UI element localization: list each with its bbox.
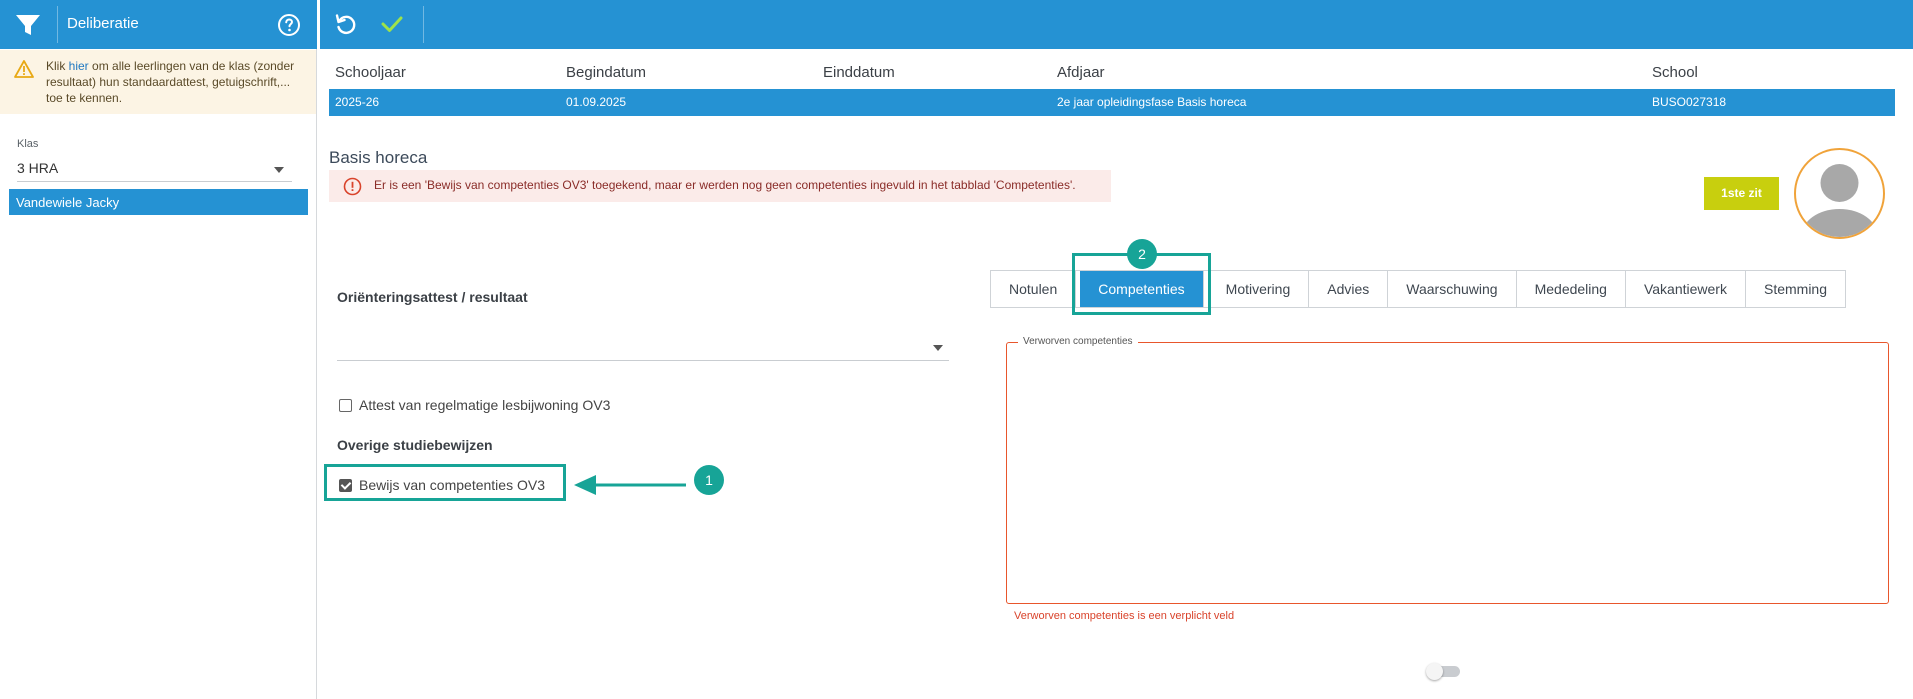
warning-icon bbox=[14, 60, 34, 78]
competenties-textarea[interactable] bbox=[1006, 342, 1889, 604]
tab-waarschuwing[interactable]: Waarschuwing bbox=[1388, 271, 1517, 307]
header-einddatum: Einddatum bbox=[823, 64, 895, 81]
sidebar: Deliberatie Klik hier om alle leerlingen… bbox=[0, 0, 317, 699]
chevron-down-icon bbox=[274, 167, 284, 173]
tab-stemming[interactable]: Stemming bbox=[1745, 271, 1846, 307]
header-divider bbox=[57, 6, 58, 43]
error-text: Er is een 'Bewijs van competenties OV3' … bbox=[374, 178, 1076, 192]
page-title: Basis horeca bbox=[329, 148, 428, 167]
header-school: School bbox=[1652, 64, 1698, 81]
check-icon[interactable] bbox=[380, 13, 404, 35]
value-begindatum: 01.09.2025 bbox=[566, 95, 627, 109]
error-alert: Er is een 'Bewijs van competenties OV3' … bbox=[329, 170, 1111, 202]
competenties-legend: Verworven competenties bbox=[1018, 336, 1138, 347]
orientation-select[interactable] bbox=[337, 332, 949, 361]
callout-badge-2: 2 bbox=[1127, 239, 1157, 269]
klas-label: Klas bbox=[17, 138, 39, 150]
tab-mededeling[interactable]: Mededeling bbox=[1516, 271, 1626, 307]
notice-prefix: Klik bbox=[46, 59, 69, 73]
help-icon[interactable] bbox=[277, 13, 301, 37]
header-afdjaar: Afdjaar bbox=[1057, 64, 1105, 81]
tab-vakantiewerk[interactable]: Vakantiewerk bbox=[1625, 271, 1746, 307]
sidebar-title: Deliberatie bbox=[67, 15, 139, 32]
notice-link[interactable]: hier bbox=[69, 59, 89, 73]
arrow-icon bbox=[574, 475, 686, 495]
toolbar-divider bbox=[423, 6, 424, 43]
attest-checkbox[interactable] bbox=[339, 399, 352, 412]
tab-motivering[interactable]: Motivering bbox=[1207, 271, 1310, 307]
error-icon bbox=[343, 177, 362, 196]
header-begindatum: Begindatum bbox=[566, 64, 647, 81]
toggle-knob bbox=[1426, 663, 1443, 680]
avatar-icon bbox=[1801, 164, 1878, 237]
klas-select[interactable]: 3 HRA bbox=[17, 155, 292, 182]
toolbar bbox=[320, 0, 1913, 49]
tab-advies[interactable]: Advies bbox=[1309, 271, 1389, 307]
orientation-label: Oriënteringsattest / resultaat bbox=[337, 289, 528, 305]
filter-icon[interactable] bbox=[14, 12, 42, 38]
klas-value: 3 HRA bbox=[17, 160, 59, 176]
chevron-down-icon bbox=[933, 345, 943, 351]
sidebar-header: Deliberatie bbox=[0, 0, 317, 49]
value-school: BUSO027318 bbox=[1652, 95, 1727, 109]
value-afdjaar: 2e jaar opleidingsfase Basis horeca bbox=[1057, 95, 1247, 109]
avatar bbox=[1794, 148, 1885, 239]
info-notice: Klik hier om alle leerlingen van de klas… bbox=[0, 50, 316, 114]
student-item[interactable]: Vandewiele Jacky bbox=[9, 189, 308, 215]
toggle-switch[interactable] bbox=[1426, 663, 1462, 680]
attest-checkbox-label: Attest van regelmatige lesbijwoning OV3 bbox=[359, 397, 611, 413]
callout-badge-1: 1 bbox=[694, 465, 724, 495]
overige-label: Overige studiebewijzen bbox=[337, 437, 493, 453]
header-schooljaar: Schooljaar bbox=[335, 64, 406, 81]
app-root: Deliberatie Klik hier om alle leerlingen… bbox=[0, 0, 1913, 699]
attest-checkbox-row[interactable]: Attest van regelmatige lesbijwoning OV3 bbox=[339, 397, 610, 413]
value-schooljaar: 2025-26 bbox=[335, 95, 380, 109]
highlight-box-checkbox bbox=[324, 464, 566, 501]
undo-icon[interactable] bbox=[334, 12, 358, 36]
zit-button[interactable]: 1ste zit bbox=[1704, 177, 1779, 210]
tab-notulen[interactable]: Notulen bbox=[991, 271, 1077, 307]
competenties-error: Verworven competenties is een verplicht … bbox=[1014, 610, 1235, 622]
